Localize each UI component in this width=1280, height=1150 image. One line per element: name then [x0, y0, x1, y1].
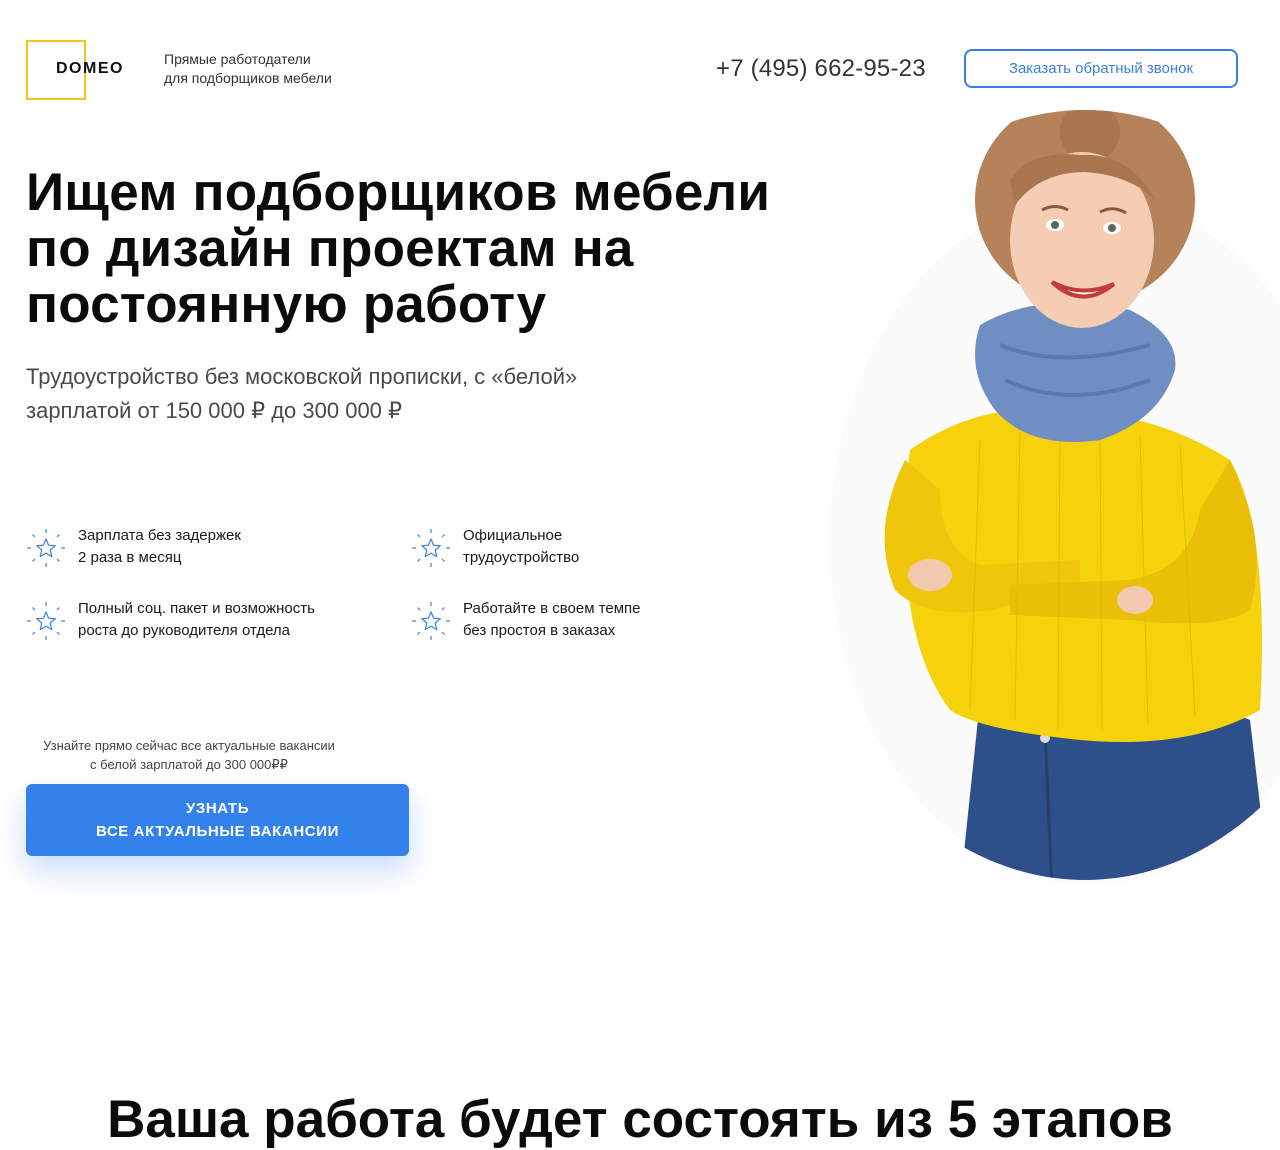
feature-text-line-2: роста до руководителя отдела: [78, 622, 291, 639]
hero-title-line-2: по дизайн проектам на: [26, 219, 634, 278]
stages-section-title: Ваша работа будет состоять из 5 этапов: [107, 1090, 1173, 1149]
feature-text-line-1: Официальное: [463, 527, 563, 544]
cta-note-line-2: с белой зарплатой до 300 000₽₽: [90, 757, 288, 772]
cta-button-line-1: УЗНАТЬ: [185, 800, 250, 817]
feature-text-line-2: трудоустройство: [463, 549, 580, 566]
hero-subtitle-line-1: Трудоустройство без московской прописки,…: [26, 364, 578, 389]
hero-photo-woman: [830, 110, 1280, 890]
feature-text: Полный соц. пакет и возможность роста до…: [78, 598, 368, 642]
cta-button-line-2: ВСЕ АКТУАЛЬНЫЕ ВАКАНСИИ: [96, 823, 339, 840]
feature-text: Зарплата без задержек 2 раза в месяц: [78, 525, 368, 569]
callback-button[interactable]: Заказать обратный звонок: [964, 49, 1238, 88]
hero-title-line-3: постоянную работу: [26, 275, 547, 334]
feature-text-line-1: Полный соц. пакет и возможность: [78, 600, 315, 617]
star-icon: [26, 528, 66, 568]
feature-text-line-2: без простоя в заказах: [463, 622, 616, 639]
tagline-line-2: для подборщиков мебели: [164, 70, 332, 86]
hero-subtitle: Трудоустройство без московской прописки,…: [26, 360, 686, 428]
feature-text-line-2: 2 раза в месяц: [78, 549, 182, 566]
logo-text: DOMEO: [56, 60, 124, 77]
tagline-line-1: Прямые работодатели: [164, 51, 311, 67]
cta-note: Узнайте прямо сейчас все актуальные вака…: [26, 736, 352, 774]
star-icon: [411, 528, 451, 568]
hero-title: Ищем подборщиков мебели по дизайн проект…: [26, 165, 826, 333]
hero-subtitle-line-2: зарплатой от 150 000 ₽ до 300 000 ₽: [26, 398, 403, 423]
feature-text-line-1: Зарплата без задержек: [78, 527, 241, 544]
view-vacancies-button[interactable]: УЗНАТЬ ВСЕ АКТУАЛЬНЫЕ ВАКАНСИИ: [26, 784, 409, 856]
hero-title-line-1: Ищем подборщиков мебели: [26, 163, 771, 222]
star-icon: [26, 601, 66, 641]
tagline: Прямые работодатели для подборщиков мебе…: [164, 50, 332, 88]
feature-text: Официальное трудоустройство: [463, 525, 753, 569]
feature-text: Работайте в своем темпе без простоя в за…: [463, 598, 753, 642]
logo[interactable]: DOMEO: [26, 40, 122, 100]
star-icon: [411, 601, 451, 641]
cta-note-line-1: Узнайте прямо сейчас все актуальные вака…: [43, 738, 335, 753]
feature-text-line-1: Работайте в своем темпе: [463, 600, 641, 617]
phone-number[interactable]: +7 (495) 662-95-23: [716, 55, 926, 83]
